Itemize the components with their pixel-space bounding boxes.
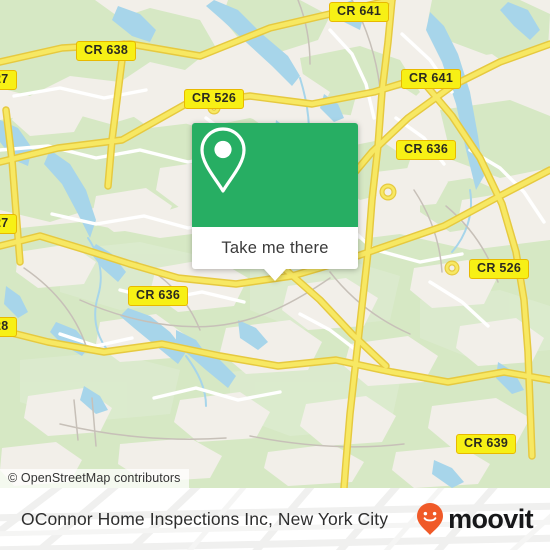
road-shield: CR 526 — [184, 89, 245, 109]
footer-bar: OConnor Home Inspections Inc, New York C… — [0, 488, 550, 550]
moovit-wordmark: moovit — [448, 503, 534, 534]
moovit-smiley-pin-icon — [417, 503, 444, 535]
road-shield: CR 641 — [329, 2, 390, 22]
popup-pin-panel — [192, 123, 358, 227]
take-me-there-popup[interactable]: Take me there — [192, 123, 358, 281]
road-shield: 27 — [0, 70, 17, 90]
take-me-there-label: Take me there — [221, 238, 329, 257]
road-shield: CR 526 — [469, 259, 530, 279]
moovit-brand[interactable]: moovit — [415, 488, 534, 550]
road-shield: 28 — [0, 317, 17, 337]
road-shield: CR 641 — [401, 69, 462, 89]
road-shield: CR 636 — [128, 286, 189, 306]
road-shield: 27 — [0, 214, 17, 234]
popup-tail — [264, 269, 286, 281]
osm-attribution[interactable]: © OpenStreetMap contributors — [0, 469, 189, 488]
road-shield: CR 639 — [456, 434, 517, 454]
place-title: OConnor Home Inspections Inc, New York C… — [21, 508, 389, 529]
popup-action-bar[interactable]: Take me there — [192, 227, 358, 269]
map-pin-icon — [200, 127, 246, 193]
moovit-map-screenshot: CR 641 CR 638 27 CR 641 CR 526 CR 636 27… — [0, 0, 550, 550]
map-canvas[interactable]: CR 641 CR 638 27 CR 641 CR 526 CR 636 27… — [0, 0, 550, 488]
road-shield: CR 638 — [76, 41, 137, 61]
road-shield: CR 636 — [396, 140, 457, 160]
